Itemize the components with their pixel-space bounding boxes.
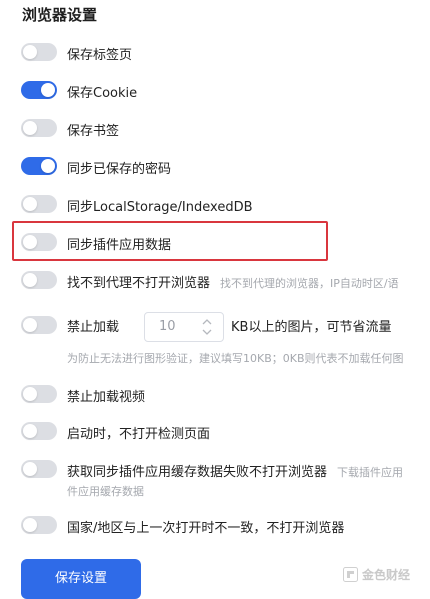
setting-save-cookie: 保存Cookie bbox=[21, 81, 430, 105]
setting-label: 禁止加载 bbox=[67, 320, 120, 335]
setting-no-proxy-no-open: 找不到代理不打开浏览器 找不到代理的浏览器，IP自动时区/语 bbox=[21, 271, 430, 295]
setting-no-detect-page: 启动时，不打开检测页面 bbox=[21, 422, 430, 446]
no-proxy-toggle[interactable] bbox=[21, 271, 57, 289]
block-images-toggle[interactable] bbox=[21, 316, 57, 334]
cache-fail-toggle[interactable] bbox=[21, 460, 57, 478]
watermark-logo-icon bbox=[343, 566, 358, 585]
save-settings-button[interactable]: 保存设置 bbox=[21, 559, 141, 599]
sync-passwords-toggle[interactable] bbox=[21, 157, 57, 175]
setting-save-tabs: 保存标签页 bbox=[21, 43, 430, 67]
setting-label: 找不到代理不打开浏览器 bbox=[67, 276, 211, 291]
setting-sub-note: 为防止无法进行图形验证，建议填写10KB；0KB则代表不加载任何图 bbox=[67, 352, 404, 365]
no-detect-page-toggle[interactable] bbox=[21, 422, 57, 440]
setting-label-group: 获取同步插件应用缓存数据失败不打开浏览器 下载插件应用 bbox=[67, 461, 403, 480]
sync-localstorage-toggle[interactable] bbox=[21, 195, 57, 213]
setting-label: 国家/地区与上一次打开时不一致，不打开浏览器 bbox=[67, 521, 345, 536]
setting-cache-fail-no-open: 获取同步插件应用缓存数据失败不打开浏览器 下载插件应用 bbox=[21, 460, 430, 484]
setting-label: 保存Cookie bbox=[67, 86, 138, 101]
setting-label: 同步插件应用数据 bbox=[67, 238, 172, 253]
image-size-suffix: KB以上的图片，可节省流量 bbox=[231, 320, 392, 335]
block-video-toggle[interactable] bbox=[21, 385, 57, 403]
setting-sync-localstorage: 同步LocalStorage/IndexedDB bbox=[21, 195, 430, 219]
setting-label: 保存书签 bbox=[67, 124, 120, 139]
setting-label: 启动时，不打开检测页面 bbox=[67, 427, 211, 442]
setting-label: 禁止加载视频 bbox=[67, 390, 146, 405]
save-bookmarks-toggle[interactable] bbox=[21, 119, 57, 137]
country-mismatch-toggle[interactable] bbox=[21, 516, 57, 534]
setting-label: 同步已保存的密码 bbox=[67, 162, 172, 177]
stepper-arrows-icon[interactable] bbox=[201, 316, 213, 338]
sync-extension-data-toggle[interactable] bbox=[21, 233, 57, 251]
save-tabs-toggle[interactable] bbox=[21, 43, 57, 61]
setting-hint: 下载插件应用 bbox=[337, 466, 404, 479]
setting-sub-note: 件应用缓存数据 bbox=[67, 485, 144, 498]
setting-label: 获取同步插件应用缓存数据失败不打开浏览器 bbox=[67, 465, 328, 480]
setting-save-bookmarks: 保存书签 bbox=[21, 119, 430, 143]
setting-hint: 找不到代理的浏览器，IP自动时区/语 bbox=[220, 277, 399, 290]
setting-label-group: 找不到代理不打开浏览器 找不到代理的浏览器，IP自动时区/语 bbox=[67, 272, 399, 291]
section-title: 浏览器设置 bbox=[22, 6, 98, 24]
setting-sync-extension-data: 同步插件应用数据 bbox=[21, 233, 430, 257]
setting-sync-passwords: 同步已保存的密码 bbox=[21, 157, 430, 181]
watermark-text: 金色财经 bbox=[362, 568, 411, 582]
setting-label: 保存标签页 bbox=[67, 48, 133, 63]
setting-label: 同步LocalStorage/IndexedDB bbox=[67, 200, 253, 215]
save-cookie-toggle[interactable] bbox=[21, 81, 57, 99]
watermark: 金色财经 bbox=[343, 566, 410, 582]
image-size-input[interactable]: 10 bbox=[144, 312, 224, 342]
setting-country-mismatch: 国家/地区与上一次打开时不一致，不打开浏览器 bbox=[21, 516, 430, 540]
setting-block-video: 禁止加载视频 bbox=[21, 385, 430, 409]
setting-block-images: 禁止加载 10 KB以上的图片，可节省流量 bbox=[21, 312, 430, 342]
image-size-value: 10 bbox=[159, 319, 176, 334]
